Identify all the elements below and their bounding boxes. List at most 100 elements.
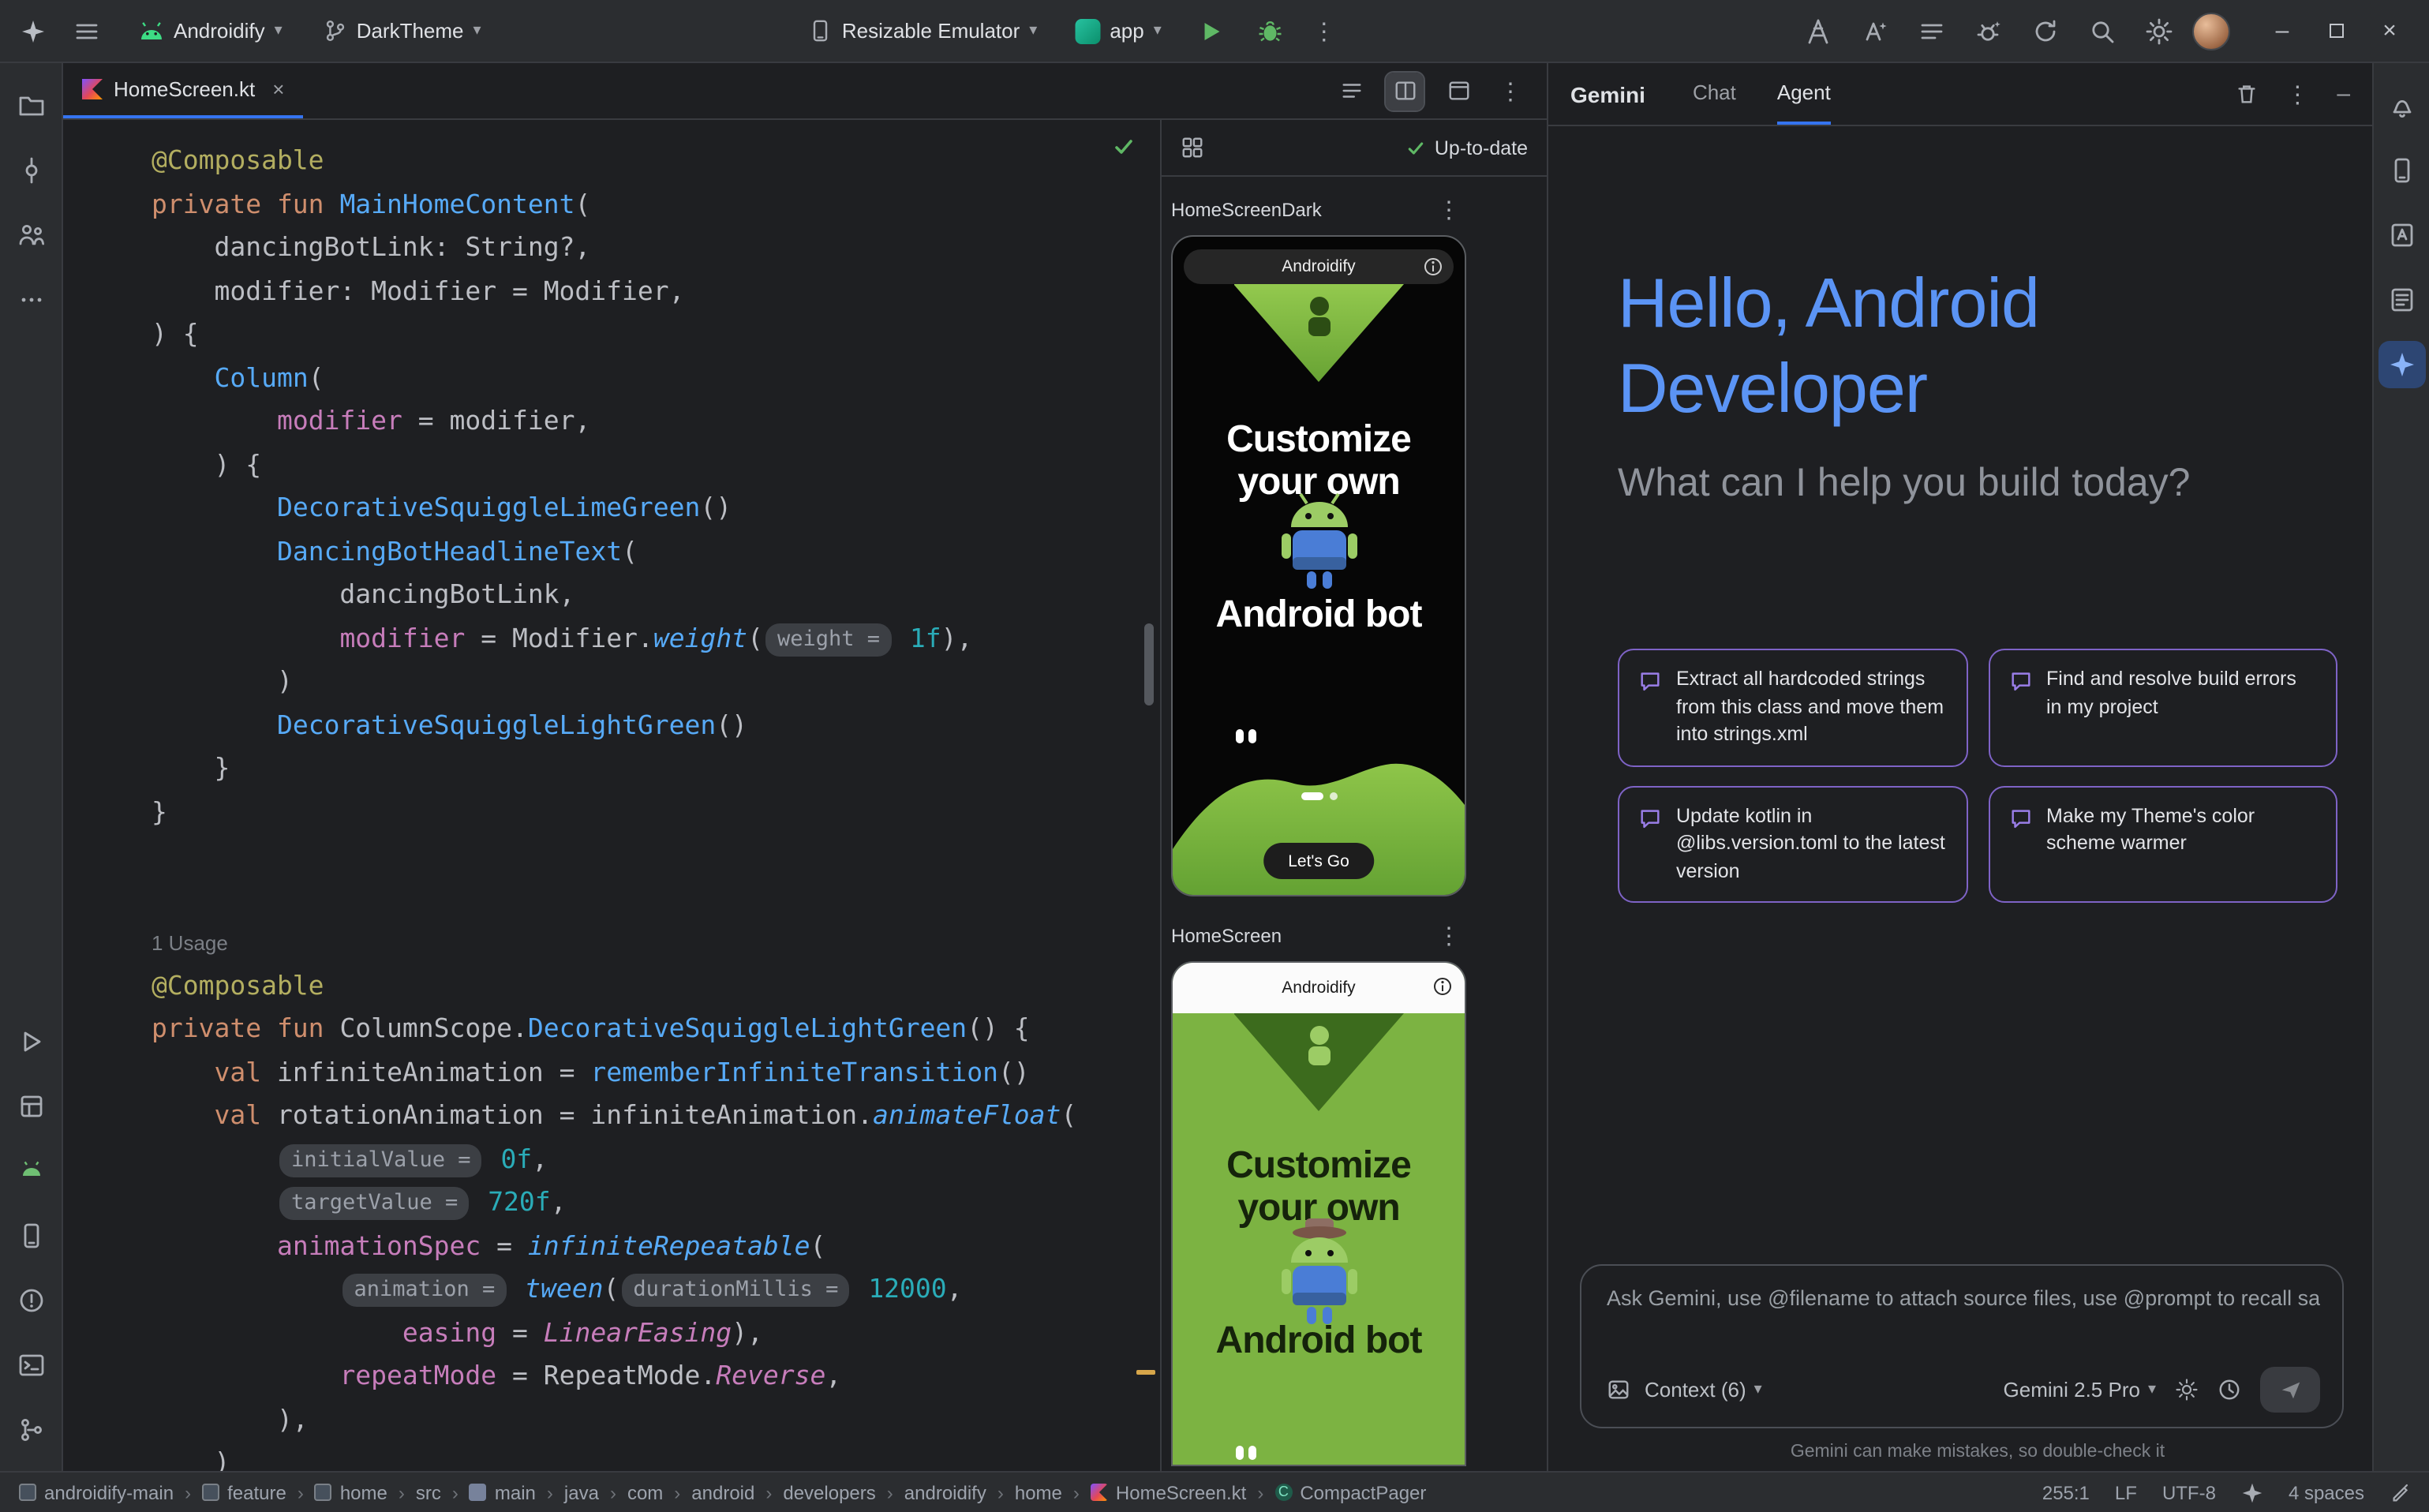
settings-icon[interactable]: [2135, 9, 2183, 53]
maximize-button[interactable]: [2309, 9, 2363, 53]
code-line: modifier = Modifier.weight(weight = 1f),: [152, 616, 1160, 660]
device-manager-icon[interactable]: [7, 1147, 54, 1195]
notifications-icon[interactable]: [2378, 82, 2425, 129]
gemini-more-icon[interactable]: ⋮: [2280, 80, 2315, 108]
breadcrumb-item[interactable]: home: [1015, 1481, 1062, 1503]
encoding-indicator[interactable]: UTF-8: [2162, 1481, 2216, 1503]
suggestion-card[interactable]: Extract all hardcoded strings from this …: [1618, 649, 1967, 766]
delete-conversation-icon[interactable]: [2234, 82, 2258, 106]
ai-debug-icon[interactable]: [1965, 9, 2012, 53]
run-button[interactable]: [1187, 9, 1234, 53]
gemini-tool-icon[interactable]: [2378, 341, 2425, 388]
editor-tab-bar: HomeScreen.kt × ⋮: [63, 63, 1547, 120]
user-avatar[interactable]: [2192, 12, 2230, 50]
device-selector[interactable]: Resizable Emulator ▾: [796, 13, 1050, 49]
project-selector[interactable]: Androidify ▾: [126, 13, 295, 49]
preview-app-pill: Androidify: [1184, 249, 1454, 284]
project-tool-icon[interactable]: [7, 82, 54, 129]
breadcrumb-item[interactable]: androidify-main: [19, 1481, 174, 1503]
code-line: private fun ColumnScope.DecorativeSquigg…: [152, 1007, 1160, 1050]
code-line: dancingBotLink,: [152, 573, 1160, 616]
ai-actions-icon[interactable]: [1851, 9, 1899, 53]
terminal-icon[interactable]: [7, 1342, 54, 1389]
problems-icon[interactable]: [7, 1277, 54, 1324]
model-selector[interactable]: Gemini 2.5 Pro ▾: [2004, 1378, 2156, 1402]
editor-scrollbar[interactable]: [1144, 623, 1154, 705]
composable-icon: C: [1274, 1484, 1292, 1501]
translations-editor-icon[interactable]: [2378, 211, 2425, 259]
tab-agent[interactable]: Agent: [1777, 63, 1831, 125]
commit-tool-icon[interactable]: [7, 147, 54, 194]
breadcrumb-item[interactable]: src: [416, 1481, 441, 1503]
breadcrumb-item[interactable]: android: [691, 1481, 754, 1503]
breadcrumb-item[interactable]: feature: [202, 1481, 286, 1503]
preview-render-homescreen[interactable]: Androidify Customize your own: [1171, 961, 1466, 1466]
profiler-icon[interactable]: [1795, 9, 1842, 53]
app-module-icon: [1075, 18, 1100, 43]
inspection-ok-icon[interactable]: [1113, 136, 1135, 158]
breadcrumb-item[interactable]: androidify: [904, 1481, 986, 1503]
caret-position[interactable]: 255:1: [2042, 1481, 2090, 1503]
breadcrumb-item[interactable]: home: [315, 1481, 387, 1503]
send-button[interactable]: [2260, 1367, 2320, 1413]
preview-render-homescreendark[interactable]: Androidify Customize your own: [1171, 235, 1466, 896]
preview-app-label: Androidify: [1282, 979, 1355, 997]
hide-panel-icon[interactable]: –: [2337, 80, 2350, 107]
task-list-icon[interactable]: [1908, 9, 1956, 53]
breadcrumb-item[interactable]: CCompactPager: [1274, 1481, 1426, 1503]
ai-status-icon[interactable]: [2241, 1481, 2263, 1503]
breadcrumb-item[interactable]: java: [564, 1481, 599, 1503]
suggestion-card[interactable]: Update kotlin in @libs.version.toml to t…: [1618, 785, 1967, 903]
device-explorer-icon[interactable]: [2378, 147, 2425, 194]
preview-layout-icon[interactable]: [1181, 136, 1204, 159]
chat-suggestion-icon: [2008, 806, 2032, 829]
tab-close-icon[interactable]: ×: [272, 77, 284, 101]
context-selector[interactable]: Context (6) ▾: [1645, 1378, 1762, 1402]
code-view-icon[interactable]: [1332, 72, 1370, 110]
design-view-icon[interactable]: [1439, 72, 1477, 110]
code-line: ): [152, 660, 1160, 703]
gemini-settings-icon[interactable]: [2175, 1378, 2199, 1402]
readonly-toggle-icon[interactable]: [2390, 1482, 2410, 1503]
code-editor[interactable]: @Composableprivate fun MainHomeContent( …: [63, 120, 1160, 1471]
minimize-button[interactable]: –: [2255, 9, 2309, 53]
context-label: Context (6): [1645, 1378, 1746, 1402]
version-control-icon[interactable]: [7, 1406, 54, 1454]
branch-selector[interactable]: DarkTheme ▾: [311, 13, 494, 49]
split-view-icon[interactable]: [1386, 72, 1424, 110]
layout-inspector-icon[interactable]: [7, 1083, 54, 1130]
run-tool-icon[interactable]: [7, 1018, 54, 1065]
android-bot-hat-graphic: [1268, 1215, 1369, 1329]
more-tool-windows-icon[interactable]: [7, 276, 54, 324]
structure-tool-icon[interactable]: [2378, 276, 2425, 324]
code-line: animationSpec = infiniteRepeatable(: [152, 1224, 1160, 1267]
main-menu-icon[interactable]: [63, 9, 110, 53]
preview-menu-icon[interactable]: ⋮: [1432, 922, 1466, 950]
sync-project-icon[interactable]: [2022, 9, 2069, 53]
breadcrumb-item[interactable]: main: [470, 1481, 536, 1503]
pull-requests-icon[interactable]: [7, 211, 54, 259]
running-devices-icon[interactable]: [7, 1212, 54, 1259]
run-config-selector[interactable]: app ▾: [1062, 12, 1173, 50]
debug-button[interactable]: [1247, 9, 1294, 53]
attach-image-icon[interactable]: [1607, 1378, 1630, 1402]
close-button[interactable]: ×: [2363, 9, 2416, 53]
preview-menu-icon[interactable]: ⋮: [1432, 196, 1466, 224]
search-icon[interactable]: [2079, 9, 2126, 53]
breadcrumb-item[interactable]: com: [627, 1481, 663, 1503]
tab-chat[interactable]: Chat: [1693, 63, 1736, 125]
indent-indicator[interactable]: 4 spaces: [2289, 1481, 2364, 1503]
line-separator-indicator[interactable]: LF: [2115, 1481, 2137, 1503]
history-icon[interactable]: [2218, 1378, 2241, 1402]
more-run-actions-icon[interactable]: ⋮: [1307, 17, 1342, 45]
editor-tab-homescreen[interactable]: HomeScreen.kt ×: [63, 63, 303, 118]
suggestion-card[interactable]: Find and resolve build errors in my proj…: [1988, 649, 2337, 766]
breadcrumb-item[interactable]: developers: [783, 1481, 875, 1503]
suggestion-card[interactable]: Make my Theme's color scheme warmer: [1988, 785, 2337, 903]
code-line: }: [152, 747, 1160, 790]
pager-dots: [1301, 792, 1337, 800]
breadcrumb-item[interactable]: HomeScreen.kt: [1091, 1481, 1246, 1503]
gemini-input-box[interactable]: Ask Gemini, use @filename to attach sour…: [1580, 1264, 2344, 1428]
lets-go-button: Let's Go: [1263, 843, 1375, 879]
editor-more-icon[interactable]: ⋮: [1493, 77, 1528, 105]
